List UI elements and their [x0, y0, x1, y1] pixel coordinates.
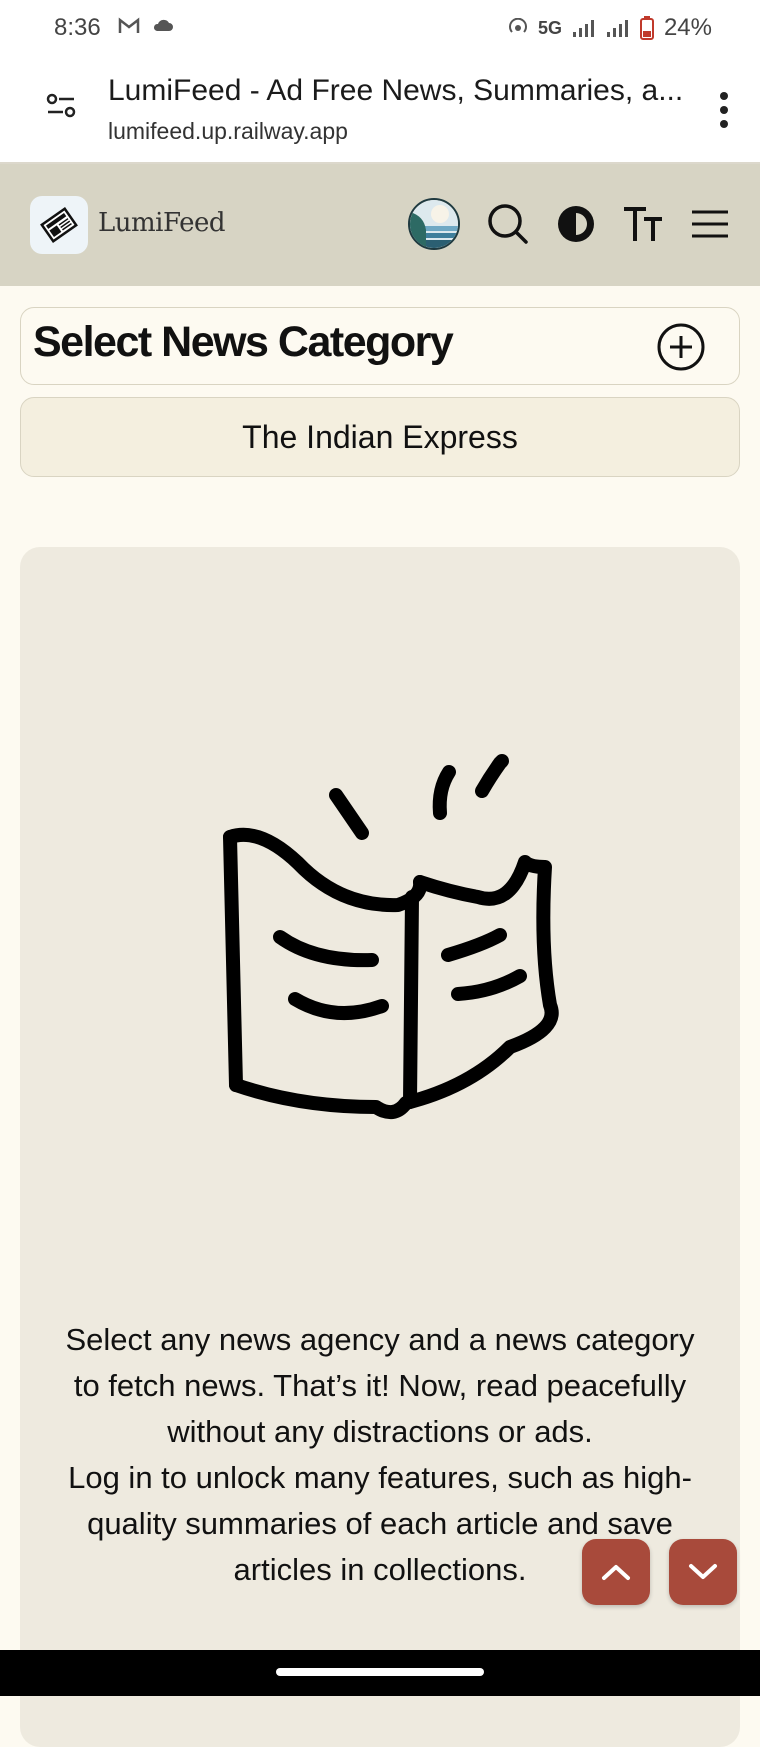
logo[interactable]	[30, 196, 88, 254]
category-selector[interactable]: Select News Category	[20, 307, 740, 385]
text-size-icon[interactable]	[622, 204, 664, 244]
search-icon[interactable]	[486, 202, 530, 246]
scroll-up-button[interactable]	[582, 1539, 650, 1605]
avatar[interactable]	[408, 198, 460, 250]
scroll-down-button[interactable]	[669, 1539, 737, 1605]
system-nav-bar	[0, 1650, 760, 1696]
brand-name[interactable]: LumiFeed	[98, 208, 226, 238]
battery-icon	[639, 16, 654, 40]
browser-url-bar: LumiFeed - Ad Free News, Summaries, a...…	[0, 56, 760, 164]
chevron-up-icon	[602, 1565, 630, 1580]
cloud-icon	[153, 19, 173, 31]
site-settings-icon[interactable]	[46, 92, 78, 120]
avatar-landscape-icon	[410, 200, 458, 248]
theme-toggle-icon[interactable]	[556, 204, 596, 244]
status-notification-icons	[118, 16, 174, 36]
app-header: LumiFeed	[0, 164, 760, 286]
more-options-icon[interactable]	[718, 90, 730, 130]
chevron-down-icon	[689, 1564, 717, 1579]
gmail-icon	[118, 17, 140, 33]
category-label: Select News Category	[33, 318, 454, 366]
open-book-icon	[223, 754, 559, 1120]
status-bar: 8:36 5G 24%	[0, 0, 760, 56]
page-title[interactable]: LumiFeed - Ad Free News, Summaries, a...	[108, 74, 683, 108]
hotspot-icon	[509, 18, 527, 33]
status-time: 8:36	[54, 14, 101, 41]
network-type: 5G	[537, 17, 562, 38]
menu-icon[interactable]	[690, 208, 730, 240]
newspaper-logo-icon	[40, 207, 78, 243]
news-agency-button[interactable]: The Indian Express	[20, 397, 740, 477]
signal-icon	[572, 20, 594, 37]
add-category-icon[interactable]	[657, 323, 705, 371]
signal-icon-2	[606, 20, 628, 37]
home-gesture-handle[interactable]	[276, 1668, 484, 1676]
intro-text-line-1: Select any news agency and a news catego…	[65, 1322, 695, 1449]
battery-level: 24%	[663, 14, 712, 41]
page-url[interactable]: lumifeed.up.railway.app	[108, 118, 348, 145]
